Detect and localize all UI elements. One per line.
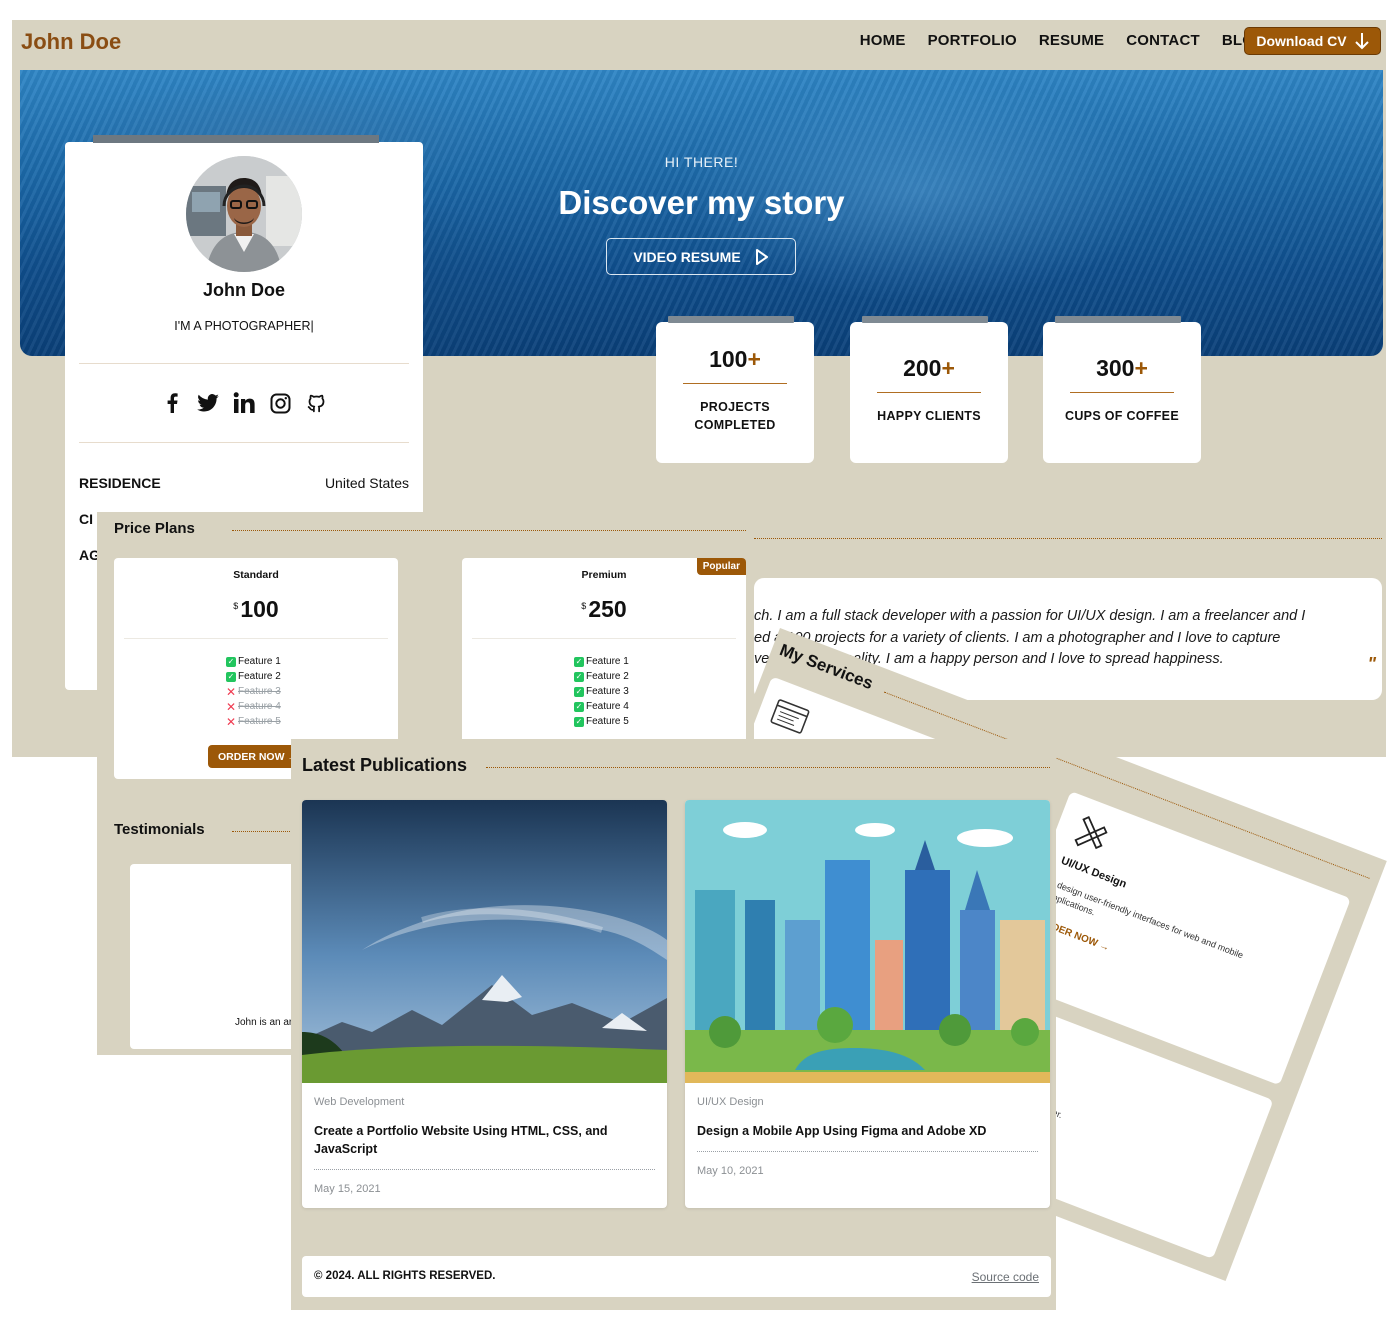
check-icon: ✓ xyxy=(226,671,236,682)
stat-label: HAPPY CLIENTS xyxy=(877,409,981,423)
instagram-icon[interactable] xyxy=(268,391,292,415)
stat-card-clients: 200+ HAPPY CLIENTS xyxy=(850,316,1008,463)
feature-item: ✕ Feature 3 xyxy=(226,684,281,699)
quote-icon: " xyxy=(1367,654,1376,674)
feature-item: ✕ Feature 4 xyxy=(226,699,281,714)
check-icon: ✓ xyxy=(226,656,236,667)
post-title[interactable]: Create a Portfolio Website Using HTML, C… xyxy=(314,1122,644,1158)
publications-title: Latest Publications xyxy=(302,755,468,775)
check-icon: ✓ xyxy=(574,701,584,712)
post-category: UI/UX Design xyxy=(697,1096,764,1108)
plan-name: Standard xyxy=(233,569,279,581)
testimonials-title: Testimonials xyxy=(114,821,205,838)
video-resume-button[interactable]: VIDEO RESUME xyxy=(606,238,796,275)
stat-value: 100+ xyxy=(709,346,761,372)
plan-name: Premium xyxy=(581,569,627,581)
pencil-ruler-icon xyxy=(1074,816,1108,850)
price-plans-title: Price Plans xyxy=(114,520,195,537)
stat-value: 300+ xyxy=(1096,355,1148,381)
plan-price: $100 xyxy=(233,596,279,622)
facebook-icon[interactable] xyxy=(160,391,184,415)
post-category: Web Development xyxy=(314,1096,405,1108)
footer: © 2024. ALL RIGHTS RESERVED. Source code xyxy=(302,1256,1051,1297)
post-image-mountains xyxy=(302,800,667,1083)
feature-item: ✓ Feature 2 xyxy=(574,671,629,682)
feature-item: ✓ Feature 3 xyxy=(574,686,629,697)
download-cv-label: Download CV xyxy=(1256,33,1347,49)
cross-icon: ✕ xyxy=(226,699,237,714)
section-divider xyxy=(486,767,1050,768)
publications-window: Latest Publications Web Development Crea… xyxy=(291,739,1056,1310)
feature-item: ✓ Feature 2 xyxy=(226,671,281,682)
profile-tagline: I'M A PHOTOGRAPHER| xyxy=(174,319,314,333)
nav-portfolio[interactable]: PORTFOLIO xyxy=(928,32,1017,49)
feature-list: ✓ Feature 1 ✓ Feature 2 ✕ Feature 3 ✕ Featur… xyxy=(114,655,398,728)
feature-item: ✕ Feature 5 xyxy=(226,714,281,729)
check-icon: ✓ xyxy=(574,671,584,682)
section-divider xyxy=(232,831,292,832)
feature-item: ✓ Feature 4 xyxy=(574,701,629,712)
section-divider xyxy=(754,538,1382,539)
twitter-icon[interactable] xyxy=(196,391,220,415)
plan-price: $250 xyxy=(581,596,627,622)
stat-value: 200+ xyxy=(903,355,955,381)
post-date: May 15, 2021 xyxy=(314,1183,381,1195)
divider xyxy=(79,442,409,443)
nav-resume[interactable]: RESUME xyxy=(1039,32,1104,49)
info-label: RESIDENCE xyxy=(79,475,161,491)
post-title[interactable]: Design a Mobile App Using Figma and Adob… xyxy=(697,1122,1027,1140)
profile-name: John Doe xyxy=(202,280,285,300)
brand-logo[interactable]: John Doe xyxy=(21,29,121,55)
source-code-link[interactable]: Source code xyxy=(972,1270,1039,1284)
testimonial-text: John is an ar xyxy=(235,1017,293,1028)
copyright-text: © 2024. ALL RIGHTS RESERVED. xyxy=(314,1270,496,1282)
info-label: CI xyxy=(79,511,93,527)
stat-card-coffee: 300+ CUPS OF COFFEE xyxy=(1043,316,1201,463)
check-icon: ✓ xyxy=(574,716,584,727)
section-divider xyxy=(232,530,746,531)
social-links xyxy=(65,391,423,415)
github-icon[interactable] xyxy=(304,391,328,415)
nav-home[interactable]: HOME xyxy=(860,32,906,49)
play-icon xyxy=(755,248,768,265)
check-icon: ✓ xyxy=(574,656,584,667)
video-resume-label: VIDEO RESUME xyxy=(633,248,741,265)
feature-item: ✓ Feature 5 xyxy=(574,716,629,727)
check-icon: ✓ xyxy=(574,686,584,697)
feature-item: ✓ Feature 1 xyxy=(226,656,281,667)
stat-card-projects: 100+ PROJECTS COMPLETED xyxy=(656,316,814,463)
info-value: United States xyxy=(324,475,409,491)
post-image-city xyxy=(685,800,1050,1083)
post-card[interactable]: Web Development Create a Portfolio Websi… xyxy=(302,800,667,1208)
nav-contact[interactable]: CONTACT xyxy=(1126,32,1200,49)
order-now-button[interactable]: ORDER NOW → xyxy=(208,745,298,768)
linkedin-icon[interactable] xyxy=(232,391,256,415)
browser-icon xyxy=(770,699,810,734)
divider xyxy=(79,363,409,364)
feature-item: ✓ Feature 1 xyxy=(574,656,629,667)
feature-list: ✓ Feature 1 ✓ Feature 2 ✓ Feature 3 ✓ Featur… xyxy=(462,655,746,728)
stat-label: CUPS OF COFFEE xyxy=(1065,409,1179,423)
post-date: May 10, 2021 xyxy=(697,1165,764,1177)
stat-label: PROJECTS COMPLETED xyxy=(694,400,776,432)
cross-icon: ✕ xyxy=(226,714,237,729)
cross-icon: ✕ xyxy=(226,684,237,699)
avatar xyxy=(186,156,302,272)
download-cv-button[interactable]: Download CV xyxy=(1244,27,1381,55)
top-nav: HOME PORTFOLIO RESUME CONTACT BLOG xyxy=(860,32,1266,49)
info-row-residence: RESIDENCE United States xyxy=(79,475,409,491)
post-card[interactable]: UI/UX Design Design a Mobile App Using F… xyxy=(685,800,1050,1208)
arrow-down-icon xyxy=(1354,33,1369,50)
